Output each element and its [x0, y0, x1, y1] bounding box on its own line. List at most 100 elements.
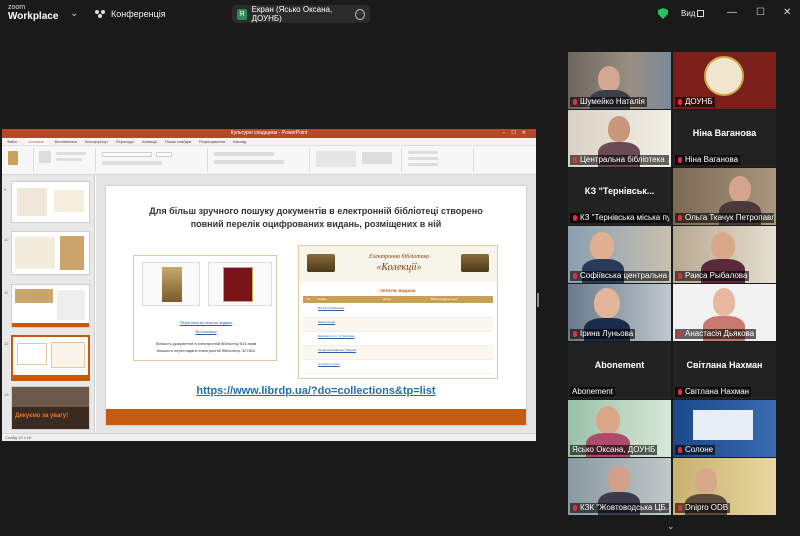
participant-tile[interactable]: КЗ "Тернівськ... КЗ "Тернівська міська п…: [568, 168, 671, 225]
maximize-button[interactable]: ☐: [756, 7, 765, 18]
view-list-link[interactable]: Переглянути перелік видань: [134, 320, 278, 325]
tab-transitions[interactable]: Переходи: [116, 138, 134, 145]
table-row-link[interactable]: Катеринославська губернія: [318, 348, 356, 352]
slide-number: 10: [4, 237, 9, 242]
tab-animations[interactable]: Анімації: [142, 138, 157, 145]
split-handle[interactable]: [537, 293, 539, 307]
participant-name-label: ДОУНБ: [675, 97, 715, 107]
view-label[interactable]: Вид: [681, 9, 695, 18]
slide-number: 11: [4, 290, 9, 295]
participant-name-label: Ольга Ткачук Петропавл...: [675, 213, 774, 223]
tab-design[interactable]: Конструктор: [85, 138, 108, 145]
slide-footer-bar: [106, 409, 526, 425]
new-slide-icon[interactable]: [39, 151, 51, 163]
mic-muted-icon: [678, 389, 682, 395]
close-button[interactable]: ✕: [783, 7, 791, 18]
paste-icon[interactable]: [8, 151, 18, 165]
participant-tile[interactable]: КЗК "Жовтоводська ЦБ...: [568, 458, 671, 515]
shapes-gallery[interactable]: [316, 151, 356, 167]
slide-thumbnail-selected[interactable]: [11, 335, 90, 381]
participant-gallery: Шумейко Наталія ДОУНБ Центральна бібліот…: [568, 52, 776, 518]
participant-tile[interactable]: Ніна Ваганова Ніна Ваганова: [673, 110, 776, 167]
font-size-select[interactable]: [156, 152, 172, 157]
participant-tile[interactable]: Dnipro ODB: [673, 458, 776, 515]
table-row-link[interactable]: Записки лит. т. 4 Гребцова: [318, 334, 355, 338]
participant-tile[interactable]: Софіївська центральна ...: [568, 226, 671, 283]
chevron-down-icon[interactable]: ⌄: [70, 8, 78, 19]
tab-home[interactable]: Основне: [24, 138, 47, 145]
participant-name-label: КЗК "Жовтоводська ЦБ...: [570, 503, 669, 513]
meeting-label: Конференція: [111, 9, 166, 19]
current-slide[interactable]: Для більш зручного пошуку документів в е…: [106, 186, 526, 425]
ppt-status-bar: Слайд 12 з 16: [2, 433, 536, 441]
layout-button[interactable]: [56, 152, 86, 155]
replace-button[interactable]: [408, 157, 438, 160]
shield-icon[interactable]: [658, 8, 668, 19]
collections-url-link[interactable]: https://www.librdp.ua/?do=collections&tp…: [106, 385, 526, 397]
find-button[interactable]: [408, 151, 438, 154]
participant-tile[interactable]: ДОУНБ: [673, 52, 776, 109]
select-button[interactable]: [408, 163, 438, 166]
mic-muted-icon: [573, 505, 577, 511]
tab-file[interactable]: Файл: [7, 138, 17, 145]
collection-title-line1: Електронна бібліотека: [368, 254, 430, 260]
slide-thumbnail[interactable]: [11, 181, 90, 223]
screen-share-indicator[interactable]: Я Екран (Ясько Оксана, ДОУНБ) ···: [232, 5, 370, 23]
shared-screen[interactable]: Культурні спадщини - PowerPoint –☐✕ Файл…: [2, 129, 536, 441]
all-collections-link[interactable]: Всі колекції: [134, 329, 278, 334]
gallery-scroll-down-icon[interactable]: ⌄: [667, 521, 675, 532]
participant-tile[interactable]: Ольга Ткачук Петропавл...: [673, 168, 776, 225]
participant-name-display: Abonement: [594, 360, 645, 370]
table-row-link[interactable]: Вік Річок Київщини: [318, 306, 344, 310]
font-select[interactable]: [102, 152, 152, 157]
tab-view[interactable]: Вигляд: [233, 138, 246, 145]
slide-thumbnails: 9 10 11 12 13 Дякуємо за увагу!: [2, 175, 95, 433]
reset-button[interactable]: [56, 158, 82, 161]
mic-muted-icon: [573, 331, 577, 337]
participant-tile[interactable]: Abonement Abonement: [568, 342, 671, 399]
table-header-cell: Назва: [318, 297, 327, 301]
participant-tile[interactable]: Шумейко Наталія: [568, 52, 671, 109]
ribbon-group-editing: [404, 148, 474, 172]
mic-muted-icon: [573, 215, 577, 221]
table-row-link[interactable]: Землеописи: [318, 320, 335, 324]
mic-muted-icon: [678, 157, 682, 163]
slide-thumbnail[interactable]: [11, 231, 90, 275]
ribbon-group-clipboard: [4, 148, 34, 172]
slide-thumbnail[interactable]: [11, 284, 90, 328]
participant-name-label: Анастасія Дьякова: [675, 329, 757, 339]
ppt-window-controls[interactable]: –☐✕: [503, 129, 532, 138]
tab-insert[interactable]: Вставлення: [55, 138, 77, 145]
mic-muted-icon: [573, 99, 577, 105]
participant-tile[interactable]: Раиса Рыбалова: [673, 226, 776, 283]
participant-name-label: Ясько Оксана, ДОУНБ: [570, 445, 658, 455]
participant-tile[interactable]: Ірина Луньова: [568, 284, 671, 341]
participant-name-label: Ніна Ваганова: [675, 155, 741, 165]
slide-title: Для більш зручного пошуку документів в е…: [149, 206, 483, 229]
slide-thumbnail[interactable]: Дякуємо за увагу!: [11, 386, 90, 430]
arrange-button[interactable]: [362, 152, 392, 164]
font-format-buttons[interactable]: [102, 161, 162, 165]
participant-tile[interactable]: Солоне: [673, 400, 776, 457]
participant-tile[interactable]: Світлана Нахман Світлана Нахман: [673, 342, 776, 399]
tab-review[interactable]: Рецензування: [199, 138, 225, 145]
slide-number: 9: [4, 187, 7, 192]
participant-tile[interactable]: Центральна бібліотека ...: [568, 110, 671, 167]
collection-subtitle: ПЕРЕЛІК ВИДАНЬ: [380, 288, 416, 293]
zoom-top-bar: zoom Workplace ⌄ Конференція Я Екран (Яс…: [0, 0, 800, 28]
align-buttons[interactable]: [214, 160, 284, 164]
participant-name-display: Світлана Нахман: [686, 360, 763, 370]
participant-name-label: Ірина Луньова: [570, 329, 636, 339]
meeting-menu[interactable]: Конференція: [95, 9, 166, 19]
ppt-ribbon-tabs: Файл Основне Вставлення Конструктор Пере…: [2, 138, 536, 146]
minimize-button[interactable]: —: [727, 7, 737, 18]
table-header-cell: №: [307, 297, 311, 301]
list-buttons[interactable]: [214, 152, 274, 156]
participant-tile-active-speaker[interactable]: Ясько Оксана, ДОУНБ: [568, 400, 671, 457]
tab-slideshow[interactable]: Показ слайдів: [165, 138, 191, 145]
more-icon[interactable]: ···: [355, 8, 365, 20]
participant-tile[interactable]: Анастасія Дьякова: [673, 284, 776, 341]
view-grid-icon[interactable]: [697, 10, 704, 17]
table-row-link[interactable]: Історичні описи: [318, 362, 340, 366]
participant-name-label: Abonement: [570, 387, 615, 397]
